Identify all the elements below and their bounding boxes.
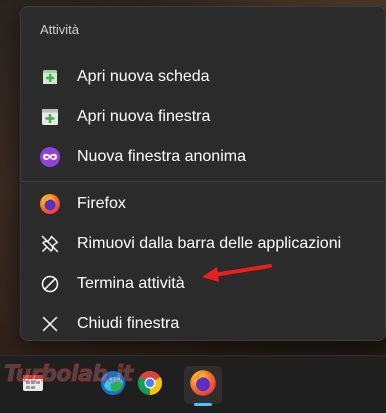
taskbar-firefox[interactable] [184,366,222,404]
menu-item-label: Firefox [77,195,126,212]
menu-item-new-window[interactable]: Apri nuova finestra [27,98,379,136]
firefox-icon [189,369,217,402]
menu-item-private-window[interactable]: Nuova finestra anonima [27,138,379,176]
menu-header: Attività [40,22,80,37]
private-window-icon [39,146,61,168]
firefox-icon [39,193,61,215]
menu-item-unpin[interactable]: Rimuovi dalla barra delle applicazioni [27,225,379,263]
chrome-icon [136,369,164,402]
browser-icon [99,369,127,402]
menu-item-new-tab[interactable]: Apri nuova scheda [27,58,379,96]
menu-item-label: Termina attività [77,275,185,292]
menu-item-label: Rimuovi dalla barra delle applicazioni [77,235,342,252]
annotation-arrow [202,264,272,282]
taskbar-chrome[interactable] [131,366,169,404]
menu-item-close-window[interactable]: Chiudi finestra [27,305,379,340]
new-window-icon [39,106,61,128]
active-app-indicator [194,403,212,406]
taskbar-app-grid[interactable] [14,366,52,404]
jump-list-menu: Attività Apri nuova scheda Apri nuova fi… [20,6,386,341]
grid-app-icon [20,370,46,401]
menu-item-label: Apri nuova finestra [77,108,211,125]
menu-divider [21,181,385,182]
menu-item-label: Chiudi finestra [77,315,180,332]
taskbar [0,355,386,413]
menu-item-firefox[interactable]: Firefox [27,185,379,223]
new-tab-icon [39,66,61,88]
close-icon [39,313,61,335]
menu-item-label: Apri nuova scheda [77,68,210,85]
taskbar-browser[interactable] [94,366,132,404]
unpin-icon [39,233,61,255]
menu-item-label: Nuova finestra anonima [77,148,246,165]
end-task-icon [39,273,61,295]
